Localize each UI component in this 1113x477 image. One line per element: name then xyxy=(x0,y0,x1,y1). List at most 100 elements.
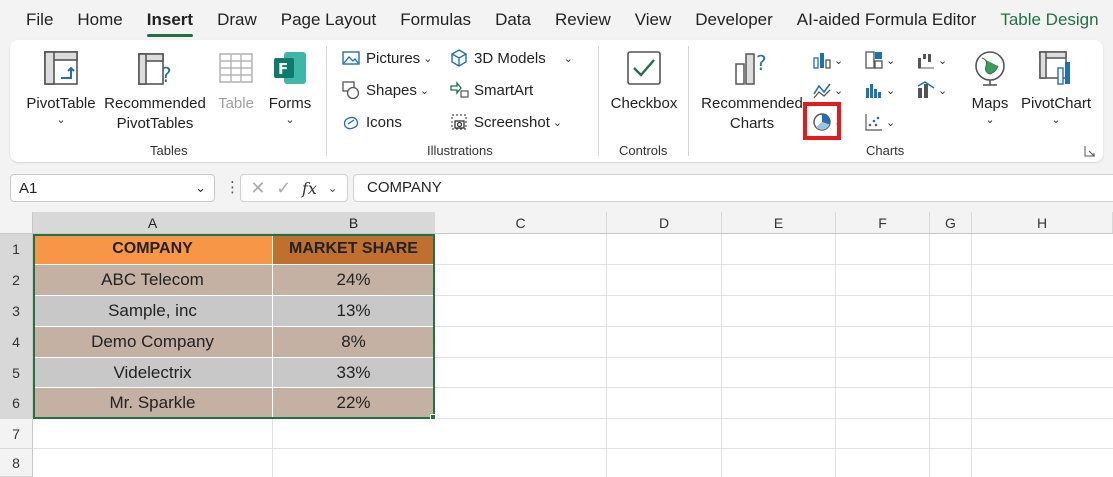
row-header-2[interactable]: 2 xyxy=(0,265,33,296)
chevron-down-icon[interactable]: ⌄ xyxy=(328,181,338,195)
pivotchart-label: PivotChart xyxy=(1020,95,1092,112)
checkbox-button[interactable]: Checkbox xyxy=(610,46,678,114)
checkbox-label: Checkbox xyxy=(610,95,678,112)
scatter-chart-button[interactable]: ⌄ xyxy=(864,110,904,134)
cell-b1[interactable]: MARKET SHARE xyxy=(273,234,435,265)
shapes-icon xyxy=(340,79,362,101)
pictures-label: Pictures xyxy=(366,49,421,67)
cell-a6[interactable]: Mr. Sparkle xyxy=(33,388,273,419)
insert-function-icon[interactable]: fx xyxy=(302,179,317,198)
tab-view[interactable]: View xyxy=(623,0,684,40)
cell-a4[interactable]: Demo Company xyxy=(33,327,273,358)
fill-handle[interactable] xyxy=(430,414,436,420)
maps-button[interactable]: Maps ⌄ xyxy=(964,46,1016,126)
smartart-button[interactable]: SmartArt xyxy=(448,78,533,102)
row-header-3[interactable]: 3 xyxy=(0,296,33,327)
column-header-a[interactable]: A xyxy=(33,212,273,234)
recommended-charts-label-1: Recommended xyxy=(701,95,803,112)
chevron-down-icon: ⌄ xyxy=(886,84,896,97)
more-options-icon[interactable]: ⋮ xyxy=(225,178,240,196)
maps-label: Maps xyxy=(971,95,1009,112)
column-header-g[interactable]: G xyxy=(930,212,972,234)
svg-text:?: ? xyxy=(756,51,767,75)
column-header-d[interactable]: D xyxy=(607,212,722,234)
pivotchart-icon xyxy=(1034,46,1078,90)
row-header-6[interactable]: 6 xyxy=(0,388,33,419)
statistic-chart-button[interactable]: ⌄ xyxy=(864,78,904,102)
column-chart-button[interactable]: ⌄ xyxy=(812,48,852,72)
pivot-table-icon xyxy=(39,46,83,90)
line-chart-button[interactable]: ⌄ xyxy=(812,78,852,102)
cell-a2[interactable]: ABC Telecom xyxy=(33,265,273,296)
tab-developer[interactable]: Developer xyxy=(683,0,785,40)
row-header-5[interactable]: 5 xyxy=(0,358,33,388)
select-all-corner[interactable] xyxy=(0,212,33,234)
forms-icon: F xyxy=(268,46,312,90)
dialog-launcher-icon[interactable] xyxy=(1084,144,1096,157)
cell-b4[interactable]: 8% xyxy=(273,327,435,358)
tab-file[interactable]: File xyxy=(0,0,65,40)
tab-table-design[interactable]: Table Design xyxy=(988,0,1110,40)
recommended-pivottables-button[interactable]: ? Recommended PivotTables xyxy=(102,46,208,134)
row-header-8[interactable]: 8 xyxy=(0,449,33,477)
charts-group-label: Charts xyxy=(866,143,905,158)
cell-b2[interactable]: 24% xyxy=(273,265,435,296)
tab-data[interactable]: Data xyxy=(483,0,543,40)
recommended-pivottables-label-2: PivotTables xyxy=(116,115,194,132)
cell-b3[interactable]: 13% xyxy=(273,296,435,327)
tab-draw[interactable]: Draw xyxy=(205,0,269,40)
worksheet-grid[interactable]: A B C D E F G H 1 2 3 4 5 6 7 8 COMPANY … xyxy=(0,212,1113,477)
icons-button[interactable]: Icons xyxy=(340,110,402,134)
combo-chart-button[interactable]: ⌄ xyxy=(916,78,956,102)
3d-models-button[interactable]: 3D Models ⌄ xyxy=(448,46,573,70)
confirm-icon[interactable]: ✓ xyxy=(276,178,291,199)
svg-text:F: F xyxy=(278,60,288,78)
tab-page-layout[interactable]: Page Layout xyxy=(269,0,388,40)
pivot-table-button[interactable]: PivotTable ⌄ xyxy=(26,46,96,126)
row-header-7[interactable]: 7 xyxy=(0,419,33,449)
table-button[interactable]: Table xyxy=(214,46,258,114)
pivotchart-button[interactable]: PivotChart ⌄ xyxy=(1018,46,1094,126)
cancel-icon[interactable]: ✕ xyxy=(250,178,265,199)
controls-group-label: Controls xyxy=(619,143,668,158)
tab-review[interactable]: Review xyxy=(543,0,623,40)
waterfall-chart-button[interactable]: ⌄ xyxy=(916,48,956,72)
tab-insert[interactable]: Insert xyxy=(135,0,205,40)
tab-formulas[interactable]: Formulas xyxy=(388,0,483,40)
shapes-button[interactable]: Shapes ⌄ xyxy=(340,78,429,102)
illustrations-group-label: Illustrations xyxy=(427,143,493,158)
column-header-f[interactable]: F xyxy=(836,212,930,234)
forms-button[interactable]: F Forms ⌄ xyxy=(264,46,316,126)
cell-a3[interactable]: Sample, inc xyxy=(33,296,273,327)
tab-ai-formula-editor[interactable]: AI-aided Formula Editor xyxy=(785,0,989,40)
screenshot-button[interactable]: Screenshot ⌄ xyxy=(448,110,562,134)
chevron-down-icon: ⌄ xyxy=(285,114,295,126)
cell-a1[interactable]: COMPANY xyxy=(33,234,273,265)
chevron-down-icon: ⌄ xyxy=(886,54,896,67)
column-chart-icon xyxy=(813,53,831,69)
hierarchy-chart-button[interactable]: ⌄ xyxy=(864,48,904,72)
recommended-charts-button[interactable]: ? Recommended Charts xyxy=(700,46,804,134)
tab-home[interactable]: Home xyxy=(65,0,134,40)
pictures-icon xyxy=(340,47,362,69)
cell-b5[interactable]: 33% xyxy=(273,358,435,388)
column-header-h[interactable]: H xyxy=(972,212,1113,234)
gridline xyxy=(606,234,607,477)
row-header-1[interactable]: 1 xyxy=(0,234,33,265)
formula-input[interactable]: COMPANY xyxy=(353,174,1113,202)
row-header-4[interactable]: 4 xyxy=(0,327,33,358)
column-header-e[interactable]: E xyxy=(722,212,836,234)
cell-a5[interactable]: Videlectrix xyxy=(33,358,273,388)
name-box[interactable]: A1 ⌄ xyxy=(10,174,215,202)
cell-b6[interactable]: 22% xyxy=(273,388,435,419)
column-header-c[interactable]: C xyxy=(435,212,607,234)
column-header-b[interactable]: B xyxy=(273,212,435,234)
gridline xyxy=(33,448,1113,449)
pictures-button[interactable]: Pictures ⌄ xyxy=(340,46,432,70)
table-icon xyxy=(214,46,258,90)
chevron-down-icon[interactable]: ⌄ xyxy=(195,180,206,196)
gridline xyxy=(929,234,930,477)
chevron-down-icon: ⌄ xyxy=(419,84,430,97)
combo-chart-icon xyxy=(917,81,935,98)
scatter-chart-icon xyxy=(865,114,882,131)
